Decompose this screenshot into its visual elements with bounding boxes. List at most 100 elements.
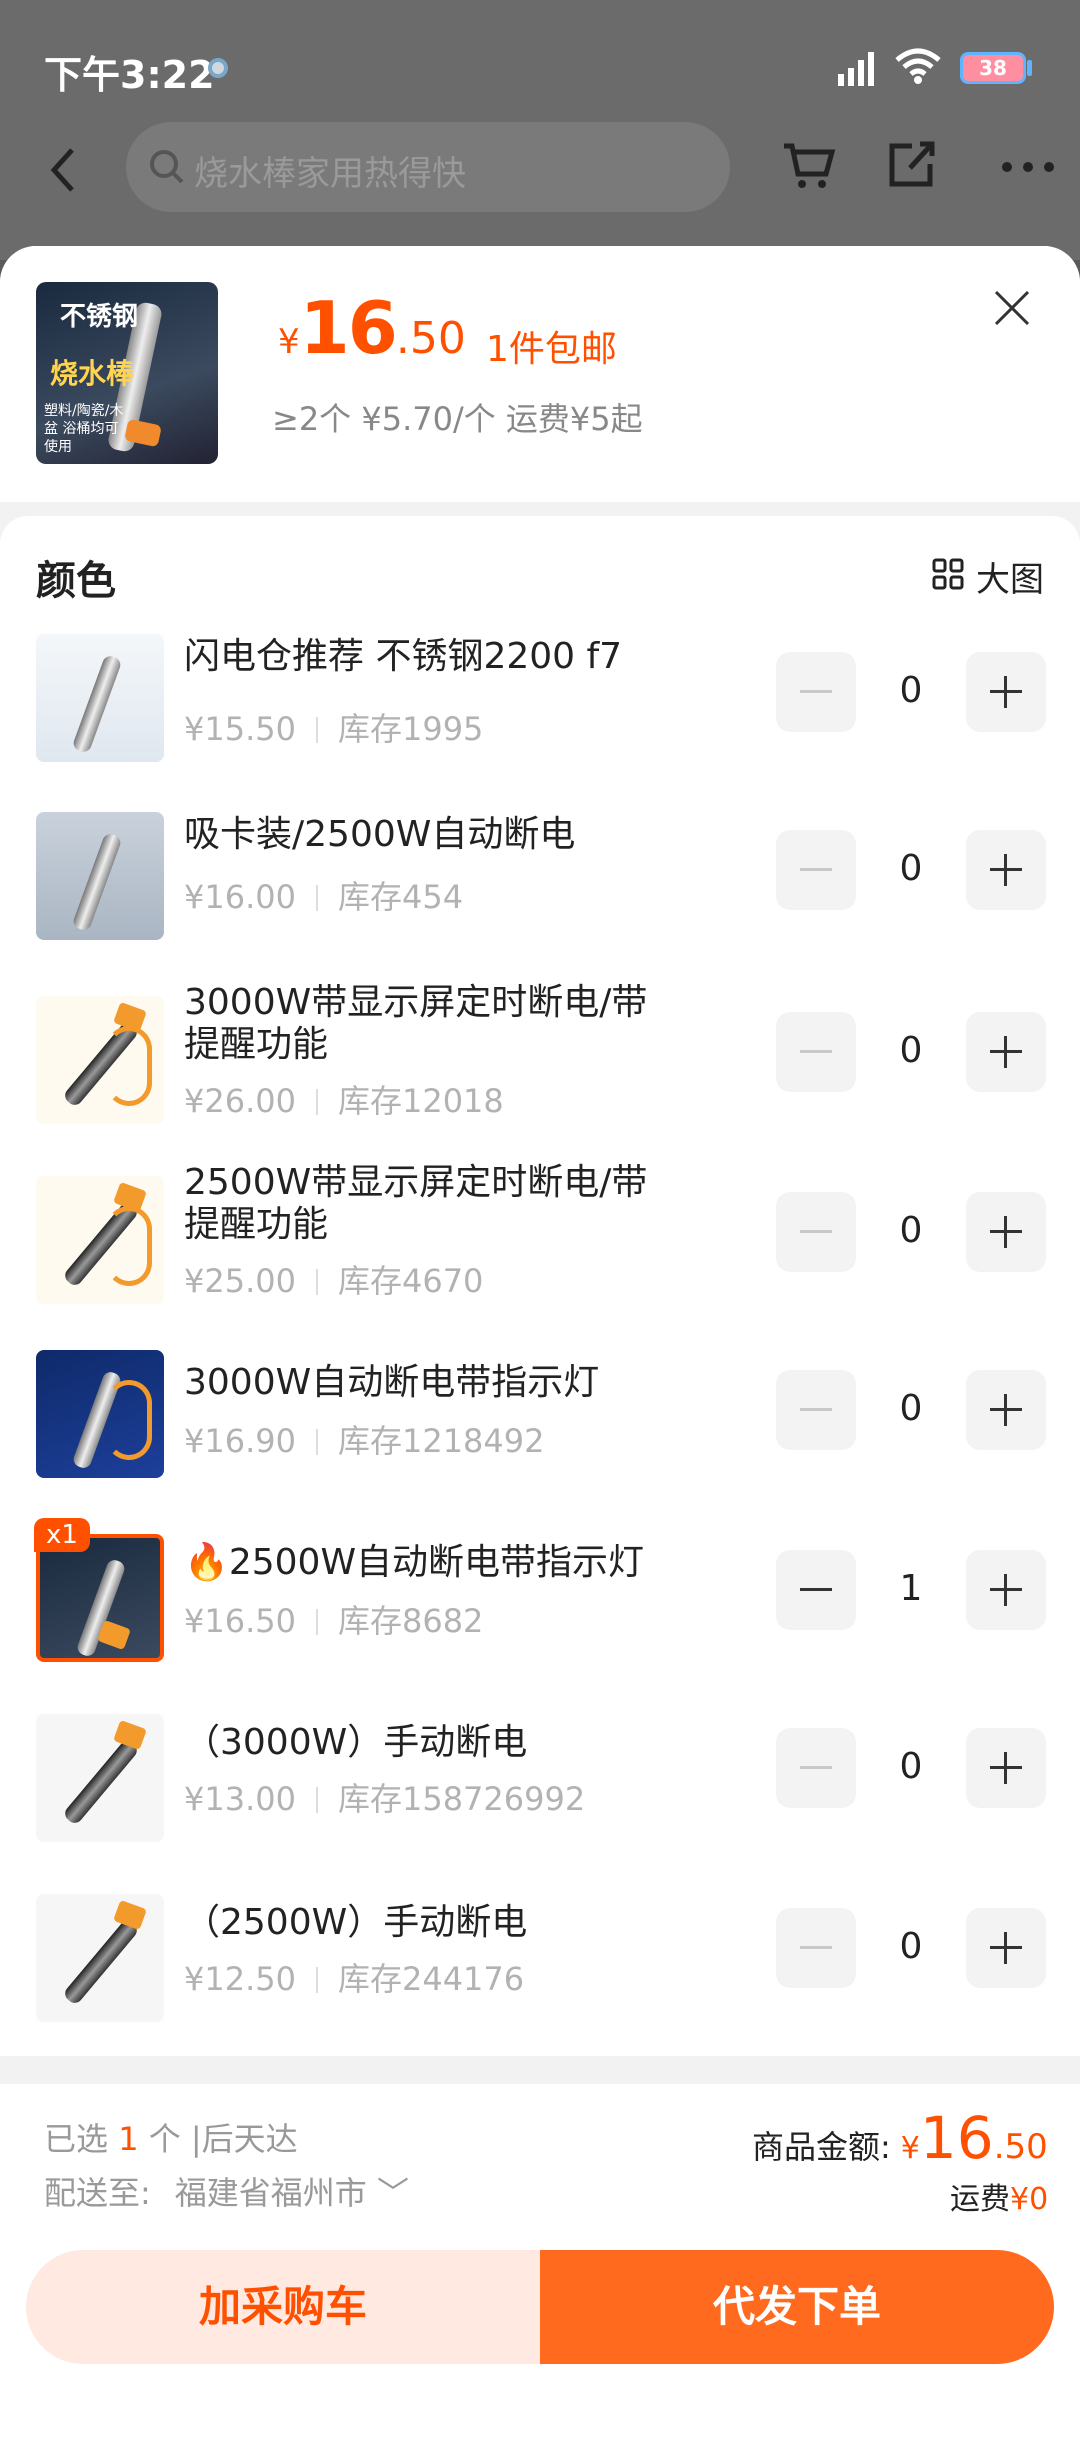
sku-name: 3000W自动断电带指示灯 bbox=[184, 1362, 600, 1403]
selected-count-badge: x1 bbox=[34, 1518, 90, 1552]
search-bar[interactable]: 烧水棒家用热得快 bbox=[126, 122, 730, 212]
selected-summary: 已选 1 个 |后天达 bbox=[44, 2114, 298, 2160]
sku-price: ¥25.00 bbox=[184, 1262, 296, 1300]
quantity-value: 0 bbox=[899, 1210, 923, 1251]
decrease-button[interactable] bbox=[776, 1728, 856, 1808]
search-icon bbox=[150, 150, 184, 184]
big-image-toggle[interactable]: 大图 bbox=[976, 552, 1044, 601]
freight-label: 运费 bbox=[950, 2182, 1010, 2217]
heater-cap-image bbox=[97, 1619, 131, 1651]
price-decimal: .50 bbox=[395, 313, 466, 364]
battery-level: 38 bbox=[979, 56, 1007, 80]
sku-thumbnail[interactable] bbox=[36, 996, 164, 1124]
spec-panel: 颜色 大图 闪电仓推荐 不锈钢2200 f7 ¥15.50 库存1995 0 吸… bbox=[0, 516, 1080, 2056]
decrease-button[interactable] bbox=[776, 830, 856, 910]
selected-count: 1 bbox=[118, 2120, 139, 2158]
sku-meta: ¥13.00 库存158726992 bbox=[184, 1774, 585, 1820]
sku-stock: 库存454 bbox=[337, 878, 464, 916]
freight: 运费¥0 bbox=[950, 2174, 1048, 2218]
sku-meta: ¥16.90 库存1218492 bbox=[184, 1416, 545, 1462]
increase-button[interactable] bbox=[966, 1550, 1046, 1630]
deliver-city[interactable]: 福建省福州市 ﹀ bbox=[175, 2174, 409, 2212]
sku-thumbnail[interactable] bbox=[36, 1176, 164, 1304]
sku-meta: ¥12.50 库存244176 bbox=[184, 1954, 524, 2000]
sku-name: 3000W带显示屏定时断电/带提醒功能 bbox=[184, 982, 648, 1065]
increase-button[interactable] bbox=[966, 1908, 1046, 1988]
price-integer: 16 bbox=[299, 286, 398, 370]
increase-button[interactable] bbox=[966, 652, 1046, 732]
sku-thumbnail[interactable] bbox=[36, 1534, 164, 1662]
total-currency: ¥ bbox=[900, 2131, 920, 2166]
cable-image bbox=[106, 1206, 152, 1286]
sku-item[interactable]: 3000W自动断电带指示灯 ¥16.90 库存1218492 0 bbox=[0, 1342, 1080, 1520]
cart-icon[interactable] bbox=[780, 138, 836, 194]
sku-stock: 库存4670 bbox=[337, 1262, 484, 1300]
close-icon[interactable] bbox=[990, 286, 1034, 330]
sku-price: ¥12.50 bbox=[184, 1960, 296, 1998]
decrease-button[interactable] bbox=[776, 1192, 856, 1272]
total-amount: 商品金额: ¥16.50 bbox=[752, 2104, 1048, 2172]
signal-icon bbox=[838, 52, 874, 86]
status-bar: 下午3:22 38 bbox=[0, 0, 1080, 130]
decrease-button[interactable] bbox=[776, 1370, 856, 1450]
heater-rod-image bbox=[61, 1917, 141, 2007]
status-time: 下午3:22 bbox=[44, 53, 215, 97]
share-icon[interactable] bbox=[884, 136, 940, 192]
more-icon[interactable] bbox=[1000, 160, 1056, 174]
cable-image bbox=[106, 1380, 152, 1460]
selected-prefix: 已选 bbox=[44, 2120, 109, 2158]
sku-thumbnail[interactable] bbox=[36, 812, 164, 940]
increase-button[interactable] bbox=[966, 830, 1046, 910]
sku-item[interactable]: 3000W带显示屏定时断电/带提醒功能 ¥26.00 库存12018 0 bbox=[0, 982, 1080, 1160]
sku-stock: 库存8682 bbox=[337, 1602, 484, 1640]
sku-thumbnail[interactable] bbox=[36, 1714, 164, 1842]
grid-icon[interactable] bbox=[932, 558, 964, 590]
decrease-button[interactable] bbox=[776, 652, 856, 732]
sku-meta: ¥16.00 库存454 bbox=[184, 872, 463, 918]
sku-stock: 库存1995 bbox=[337, 710, 484, 748]
sku-item-selected[interactable]: x1 🔥2500W自动断电带指示灯 ¥16.50 库存8682 1 bbox=[0, 1518, 1080, 1698]
add-to-cart-button[interactable]: 加采购车 bbox=[26, 2250, 540, 2364]
search-placeholder: 烧水棒家用热得快 bbox=[194, 154, 466, 194]
sku-price: ¥16.00 bbox=[184, 878, 296, 916]
delivery-address[interactable]: 配送至: 福建省福州市 ﹀ bbox=[44, 2168, 409, 2214]
increase-button[interactable] bbox=[966, 1370, 1046, 1450]
sku-thumbnail[interactable] bbox=[36, 1350, 164, 1478]
sku-meta: ¥25.00 库存4670 bbox=[184, 1256, 483, 1302]
sku-item[interactable]: 2500W带显示屏定时断电/带提醒功能 ¥25.00 库存4670 0 bbox=[0, 1162, 1080, 1340]
sku-stock: 库存12018 bbox=[337, 1082, 504, 1120]
sku-price: ¥13.00 bbox=[184, 1780, 296, 1818]
sku-stock: 库存244176 bbox=[337, 1960, 525, 1998]
sku-stock: 库存1218492 bbox=[337, 1422, 545, 1460]
sku-name: 🔥2500W自动断电带指示灯 bbox=[184, 1542, 645, 1583]
quantity-value: 0 bbox=[899, 1030, 923, 1071]
decrease-button[interactable] bbox=[776, 1908, 856, 1988]
thumb-note: 塑料/陶瓷/木盆 浴桶均可使用 bbox=[44, 403, 124, 455]
total-label: 商品金额: bbox=[752, 2128, 891, 2166]
quantity-value: 0 bbox=[899, 670, 923, 711]
sku-price: ¥16.90 bbox=[184, 1422, 296, 1460]
sku-thumbnail[interactable] bbox=[36, 1894, 164, 2022]
increase-button[interactable] bbox=[966, 1012, 1046, 1092]
product-thumbnail[interactable]: 不锈钢 烧水棒 塑料/陶瓷/木盆 浴桶均可使用 bbox=[36, 282, 218, 464]
decrease-button[interactable] bbox=[776, 1012, 856, 1092]
place-order-button[interactable]: 代发下单 bbox=[540, 2250, 1054, 2364]
increase-button[interactable] bbox=[966, 1192, 1046, 1272]
freight-value: ¥0 bbox=[1010, 2182, 1049, 2217]
bottom-bar: 已选 1 个 |后天达 配送至: 福建省福州市 ﹀ 商品金额: ¥16.50 运费¥… bbox=[0, 2084, 1080, 2460]
battery-cap bbox=[1027, 60, 1032, 76]
sku-name: （2500W）手动断电 bbox=[184, 1902, 528, 1943]
sku-item[interactable]: （3000W）手动断电 ¥13.00 库存158726992 0 bbox=[0, 1702, 1080, 1880]
increase-button[interactable] bbox=[966, 1728, 1046, 1808]
shipping-note: 1件包邮 bbox=[486, 329, 617, 370]
sku-item[interactable]: 闪电仓推荐 不锈钢2200 f7 ¥15.50 库存1995 0 bbox=[0, 626, 1080, 804]
sku-thumbnail[interactable] bbox=[36, 634, 164, 762]
decrease-button[interactable] bbox=[776, 1550, 856, 1630]
sku-item[interactable]: （2500W）手动断电 ¥12.50 库存244176 0 bbox=[0, 1880, 1080, 2058]
sku-item[interactable]: 吸卡装/2500W自动断电 ¥16.00 库存454 0 bbox=[0, 804, 1080, 982]
back-arrow-icon[interactable] bbox=[40, 140, 90, 200]
sku-meta: ¥16.50 库存8682 bbox=[184, 1596, 483, 1642]
heater-rod-image bbox=[61, 1737, 141, 1827]
notification-dot-icon bbox=[208, 58, 228, 78]
quantity-value: 0 bbox=[899, 1926, 923, 1967]
